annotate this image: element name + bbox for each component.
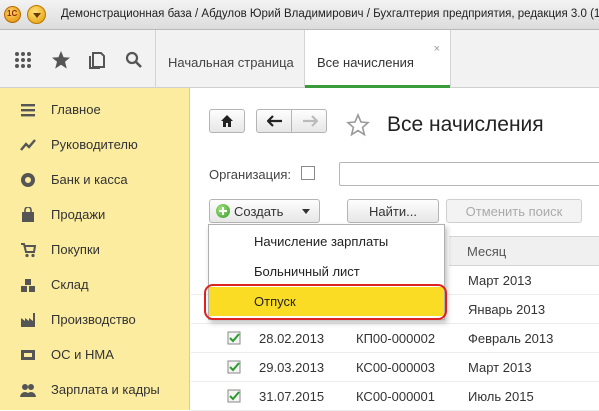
menu-item-label: Начисление зарплаты xyxy=(254,234,389,249)
tab-all-accruals[interactable]: Все начисления × xyxy=(305,30,451,88)
cell-month: Февраль 2013 xyxy=(468,331,554,346)
sidebar-item-label: Зарплата и кадры xyxy=(51,382,160,397)
sidebar-item-salary[interactable]: Зарплата и кадры xyxy=(0,372,190,406)
home-icon xyxy=(221,115,233,127)
window-titlebar: 1С Демонстрационная база / Абдулов Юрий … xyxy=(0,0,599,30)
cell-date: 28.02.2013 xyxy=(259,331,325,346)
factory-icon xyxy=(21,313,35,327)
arrow-right-icon xyxy=(303,115,318,127)
home-button[interactable] xyxy=(209,109,245,133)
column-month-header[interactable]: Месяц xyxy=(467,244,506,259)
cancel-search-button[interactable]: Отменить поиск xyxy=(446,199,582,223)
list-icon xyxy=(21,104,35,117)
chevron-down-icon xyxy=(302,209,310,214)
window-title: Демонстрационная база / Абдулов Юрий Вла… xyxy=(61,8,599,20)
cell-number: КС00-000001 xyxy=(356,389,435,404)
cell-date: 31.07.2015 xyxy=(259,389,325,404)
posted-document-icon xyxy=(227,331,241,345)
tab-home[interactable]: Начальная страница xyxy=(155,30,305,88)
trend-chart-icon xyxy=(20,139,36,151)
people-icon xyxy=(20,384,36,397)
sidebar-item-production[interactable]: Производство xyxy=(0,302,190,336)
1c-logo-icon: 1С xyxy=(4,6,21,23)
arrow-left-icon xyxy=(267,115,282,127)
sidebar-item-main[interactable]: Главное xyxy=(0,92,190,126)
sidebar-item-label: Покупки xyxy=(51,242,100,257)
history-icon[interactable] xyxy=(88,50,108,70)
favorite-star-icon[interactable] xyxy=(346,113,370,137)
cell-number: КП00-000002 xyxy=(356,331,436,346)
sections-sidebar: Главное Руководителю Банк и касса Продаж… xyxy=(0,88,190,410)
back-button[interactable] xyxy=(256,109,292,133)
posted-document-icon xyxy=(227,360,241,374)
sidebar-item-label: Руководителю xyxy=(51,137,138,152)
favorites-star-icon[interactable] xyxy=(51,50,71,70)
highlight-annotation xyxy=(204,284,447,320)
table-row[interactable]: 29.03.2013 КС00-000003 Март 2013 xyxy=(191,353,599,382)
menu-item-sick-leave[interactable]: Больничный лист xyxy=(209,257,444,286)
page-title: Все начисления xyxy=(387,113,544,136)
sidebar-item-warehouse[interactable]: Склад xyxy=(0,267,190,301)
close-icon[interactable]: × xyxy=(434,43,440,55)
sidebar-item-label: Банк и касса xyxy=(51,172,128,187)
sidebar-item-label: Продажи xyxy=(51,207,106,222)
apps-grid-icon[interactable] xyxy=(13,50,33,70)
cell-month: Июль 2015 xyxy=(468,389,534,404)
sidebar-item-label: Главное xyxy=(51,102,101,117)
top-toolbar: Начальная страница Все начисления × xyxy=(0,30,599,88)
menu-item-salary-accrual[interactable]: Начисление зарплаты xyxy=(209,227,444,256)
assets-icon xyxy=(21,350,35,360)
shopping-bag-icon xyxy=(22,207,34,222)
sidebar-item-bank[interactable]: Банк и касса xyxy=(0,162,190,196)
organization-label: Организация: xyxy=(209,167,292,182)
table-row[interactable]: 31.07.2015 КС00-000001 Июль 2015 xyxy=(191,382,599,411)
cell-month: Март 2013 xyxy=(468,360,532,375)
sidebar-item-label: Производство xyxy=(51,312,136,327)
create-button-label: Создать xyxy=(234,204,284,219)
warehouse-icon xyxy=(21,279,35,292)
coins-icon xyxy=(21,173,35,187)
plus-icon xyxy=(216,204,230,218)
sidebar-item-assets[interactable]: ОС и НМА xyxy=(0,337,190,371)
create-button[interactable]: Создать xyxy=(209,199,320,223)
sidebar-item-purchases[interactable]: Покупки xyxy=(0,232,190,266)
menu-item-label: Больничный лист xyxy=(254,264,360,279)
shopping-cart-icon xyxy=(21,243,36,258)
find-button[interactable]: Найти... xyxy=(347,199,439,223)
organization-checkbox[interactable] xyxy=(301,166,315,180)
cell-number: КС00-000003 xyxy=(356,360,435,375)
tab-home-label: Начальная страница xyxy=(168,55,294,70)
main-menu-icon[interactable] xyxy=(27,5,46,24)
cell-month: Март 2013 xyxy=(468,273,532,288)
sidebar-item-label: ОС и НМА xyxy=(51,347,114,362)
organization-field[interactable] xyxy=(339,162,599,186)
table-row[interactable]: 28.02.2013 КП00-000002 Февраль 2013 xyxy=(191,324,599,353)
sidebar-item-sales[interactable]: Продажи xyxy=(0,197,190,231)
sidebar-item-director[interactable]: Руководителю xyxy=(0,127,190,161)
sidebar-item-label: Склад xyxy=(51,277,89,292)
search-icon[interactable] xyxy=(124,50,144,70)
posted-document-icon xyxy=(227,389,241,403)
forward-button[interactable] xyxy=(291,109,327,133)
tab-all-accruals-label: Все начисления xyxy=(317,55,414,70)
main-content: Все начисления Организация: Создать Найт… xyxy=(191,89,599,411)
cell-date: 29.03.2013 xyxy=(259,360,325,375)
cell-month: Январь 2013 xyxy=(468,302,546,317)
grid-header: Месяц xyxy=(449,236,599,266)
